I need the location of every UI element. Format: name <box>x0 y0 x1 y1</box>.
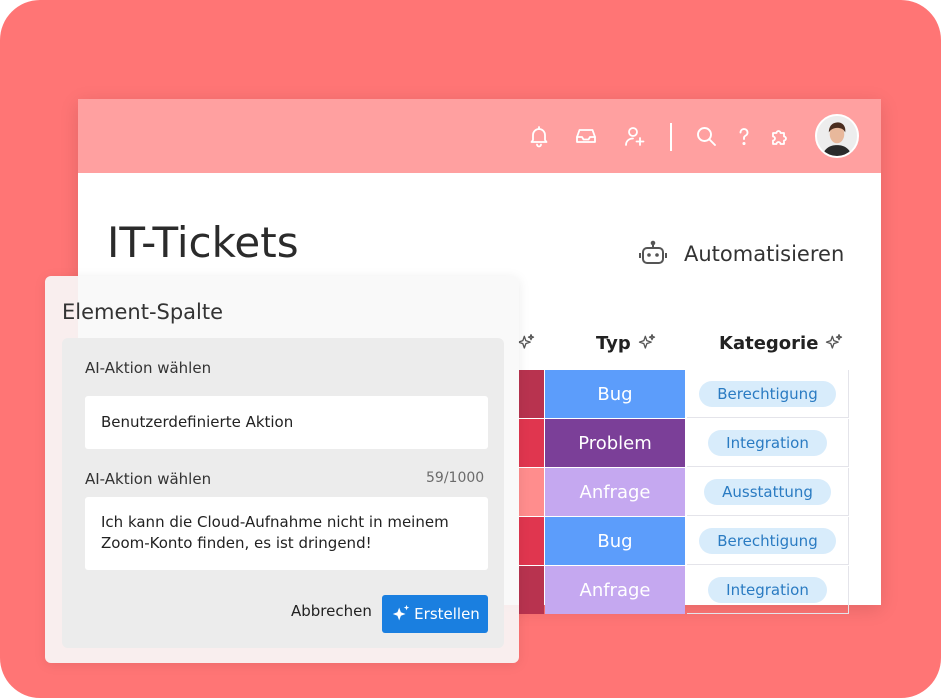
sparkle-icon <box>826 334 843 349</box>
automate-button[interactable]: Automatisieren <box>638 239 844 269</box>
prompt-label: AI-Aktion wählen <box>85 470 212 488</box>
prompt-textarea[interactable]: Ich kann die Cloud-Aufnahme nicht in mei… <box>85 497 488 570</box>
typ-cell[interactable]: Anfrage <box>545 468 685 516</box>
table-row[interactable]: Bug Berechtigung <box>519 517 849 565</box>
panel-title: Element-Spalte <box>62 300 224 324</box>
kategorie-badge: Integration <box>708 576 827 603</box>
kategorie-badge: Berechtigung <box>699 527 836 554</box>
typ-label: Bug <box>597 383 633 405</box>
column-header-hidden <box>516 329 536 357</box>
automate-label: Automatisieren <box>684 242 845 266</box>
sparkle-icon <box>517 334 535 349</box>
top-bar <box>78 99 881 173</box>
page-title: IT-Tickets <box>107 218 299 267</box>
kategorie-cell[interactable]: Integration <box>687 419 849 467</box>
typ-cell[interactable]: Bug <box>545 370 685 418</box>
typ-cell[interactable]: Anfrage <box>545 566 685 614</box>
sparkle-icon <box>638 334 655 349</box>
status-stripe <box>519 517 544 565</box>
kategorie-cell[interactable]: Integration <box>687 566 849 614</box>
search-icon[interactable] <box>693 123 719 149</box>
table-row[interactable]: Problem Integration <box>519 419 849 467</box>
apps-puzzle-icon[interactable] <box>768 123 794 149</box>
inbox-icon[interactable] <box>573 123 599 149</box>
kategorie-cell[interactable]: Berechtigung <box>687 517 849 565</box>
kategorie-badge: Integration <box>708 429 827 456</box>
status-stripe <box>519 419 544 467</box>
column-header-typ[interactable]: Typ <box>596 329 657 357</box>
status-stripe <box>519 370 544 418</box>
column-header-kategorie[interactable]: Kategorie <box>719 329 844 357</box>
help-icon[interactable] <box>731 123 757 149</box>
action-select[interactable]: Benutzerdefinierte Aktion <box>85 396 488 449</box>
invite-user-icon[interactable] <box>622 123 648 149</box>
status-stripe <box>519 566 544 614</box>
kategorie-badge: Berechtigung <box>699 380 836 407</box>
kategorie-cell[interactable]: Berechtigung <box>687 370 849 418</box>
typ-cell[interactable]: Bug <box>545 517 685 565</box>
character-counter: 59/1000 <box>426 470 485 486</box>
sparkle-icon <box>392 604 410 621</box>
table-row[interactable]: Bug Berechtigung <box>519 370 849 418</box>
create-button[interactable]: Erstellen <box>382 595 488 633</box>
typ-cell[interactable]: Problem <box>545 419 685 467</box>
typ-label: Anfrage <box>579 579 651 601</box>
typ-label: Anfrage <box>579 481 651 503</box>
cancel-button[interactable]: Abbrechen <box>291 602 372 620</box>
status-stripe <box>519 468 544 516</box>
column-header-label: Typ <box>596 332 631 354</box>
typ-label: Bug <box>597 530 633 552</box>
robot-icon <box>639 240 667 264</box>
column-header-label: Kategorie <box>719 332 819 354</box>
kategorie-badge: Ausstattung <box>704 478 831 505</box>
action-label: AI-Aktion wählen <box>85 359 212 377</box>
element-column-panel: Element-Spalte AI-Aktion wählen Benutzer… <box>45 276 519 663</box>
typ-label: Problem <box>578 432 652 454</box>
avatar[interactable] <box>815 114 859 158</box>
toolbar-divider <box>670 123 672 151</box>
bell-icon[interactable] <box>526 123 552 149</box>
ai-action-card: AI-Aktion wählen Benutzerdefinierte Akti… <box>62 338 504 648</box>
table-row[interactable]: Anfrage Ausstattung <box>519 468 849 516</box>
create-label: Erstellen <box>414 605 480 623</box>
table-row[interactable]: Anfrage Integration <box>519 566 849 614</box>
kategorie-cell[interactable]: Ausstattung <box>687 468 849 516</box>
